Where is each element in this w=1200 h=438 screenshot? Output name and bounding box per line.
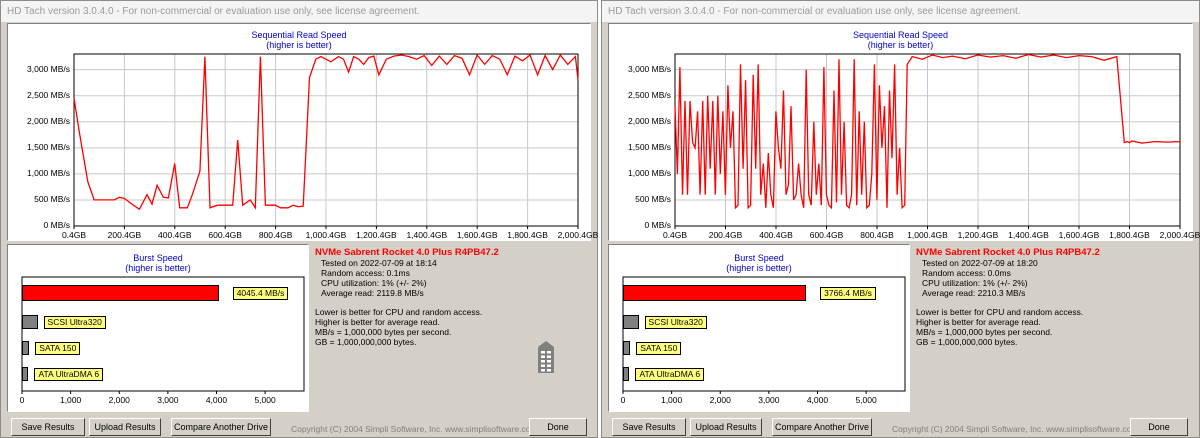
info-line: Random access: 0.0ms: [922, 268, 1011, 278]
y-tick-label: 0 MB/s: [43, 220, 70, 230]
note-line: MB/s = 1,000,000 bytes per second.: [916, 327, 1053, 337]
sequential-read-panel: Sequential Read Speed (higher is better) 3…: [7, 23, 598, 241]
y-tick-label: 2,500 MB/s: [628, 89, 671, 100]
x-tick-label: 2,000.4GB: [557, 230, 599, 240]
notes: Lower is better for CPU and random acces…: [315, 307, 482, 347]
info-line: Random access: 0.1ms: [321, 268, 410, 278]
burst-bar-label: SCSI Ultra320: [644, 315, 707, 329]
burst-bar-label: SATA 150: [636, 341, 682, 355]
note-line: MB/s = 1,000,000 bytes per second.: [315, 327, 452, 337]
burst-bar-reference: [623, 315, 639, 329]
sequential-read-panel: Sequential Read Speed (higher is better) 3…: [608, 23, 1200, 241]
info-line: Tested on 2022-07-09 at 18:14: [321, 258, 437, 268]
burst-bar-label: 4045.4 MB/s: [232, 286, 289, 300]
done-button[interactable]: Done: [529, 418, 587, 436]
note-line: GB = 1,000,000,000 bytes.: [916, 337, 1018, 347]
save-results-button[interactable]: Save Results: [612, 418, 686, 436]
y-tick-label: 2,500 MB/s: [27, 89, 70, 100]
hdtach-window-2: HD Tach version 3.0.4.0 - For non-commer…: [601, 0, 1200, 438]
y-tick-label: 0 MB/s: [644, 220, 671, 230]
drive-info: NVMe Sabrent Rocket 4.0 Plus R4PB47.2 Tes…: [315, 247, 499, 298]
burst-bar-tested-drive: [623, 285, 807, 301]
info-line: Tested on 2022-07-09 at 18:20: [922, 258, 1038, 268]
note-line: Lower is better for CPU and random acces…: [315, 307, 483, 317]
copyright-text: Copyright (C) 2004 Simpli Software, Inc.…: [291, 424, 538, 434]
drive-model: NVMe Sabrent Rocket 4.0 Plus R4PB47.2: [916, 247, 1100, 258]
y-tick-label: 1,500 MB/s: [27, 141, 70, 152]
burst-bar-reference: [623, 341, 631, 355]
y-tick-label: 500 MB/s: [34, 193, 70, 204]
burst-speed-panel: Burst Speed (higher is better) 0 1,000 2,000…: [608, 244, 910, 412]
y-tick-label: 2,000 MB/s: [628, 115, 671, 126]
drive-model: NVMe Sabrent Rocket 4.0 Plus R4PB47.2: [315, 247, 499, 258]
upload-results-button[interactable]: Upload Results: [89, 418, 161, 436]
burst-bar-reference: [623, 367, 630, 381]
y-tick-label: 500 MB/s: [635, 193, 671, 204]
note-line: Higher is better for average read.: [916, 317, 1041, 327]
note-line: GB = 1,000,000,000 bytes.: [315, 337, 417, 347]
y-tick-label: 3,000 MB/s: [628, 63, 671, 74]
burst-x-tick-label: 5,000: [855, 395, 877, 405]
y-tick-label: 1,000 MB/s: [628, 167, 671, 178]
info-line: CPU utilization: 1% (+/- 2%): [321, 278, 427, 288]
copyright-text: Copyright (C) 2004 Simpli Software, Inc.…: [892, 424, 1139, 434]
hdtach-window-1: HD Tach version 3.0.4.0 - For non-commer…: [0, 0, 598, 438]
note-line: Lower is better for CPU and random acces…: [916, 307, 1084, 317]
burst-bar-label: ATA UltraDMA 6: [34, 367, 104, 381]
info-line: CPU utilization: 1% (+/- 2%): [922, 278, 1028, 288]
y-tick-label: 1,500 MB/s: [628, 141, 671, 152]
babeltechreviews-logo: [525, 341, 569, 387]
burst-bar-reference: [22, 315, 38, 329]
read-chart-svg: [73, 53, 579, 229]
read-chart-svg: [674, 53, 1181, 229]
note-line: Higher is better for average read.: [315, 317, 440, 327]
info-line: Average read: 2119.8 MB/s: [321, 288, 424, 298]
y-tick-label: 2,000 MB/s: [27, 115, 70, 126]
burst-bar-label: ATA UltraDMA 6: [635, 367, 705, 381]
burst-bar-reference: [22, 341, 30, 355]
x-tick-label: 2,000.4GB: [1159, 230, 1200, 240]
burst-bar-label: 3766.4 MB/s: [820, 286, 876, 300]
compare-another-drive-button[interactable]: Compare Another Drive: [772, 418, 872, 436]
burst-bar-label: SCSI Ultra320: [43, 315, 106, 329]
save-results-button[interactable]: Save Results: [11, 418, 85, 436]
y-tick-label: 3,000 MB/s: [27, 63, 70, 74]
burst-bar-reference: [22, 367, 29, 381]
compare-another-drive-button[interactable]: Compare Another Drive: [171, 418, 271, 436]
done-button[interactable]: Done: [1130, 418, 1188, 436]
y-tick-label: 1,000 MB/s: [27, 167, 70, 178]
burst-bar-tested-drive: [22, 285, 219, 301]
burst-bar-label: SATA 150: [35, 341, 81, 355]
burst-x-tick-label: 5,000: [254, 395, 276, 405]
notes: Lower is better for CPU and random acces…: [916, 307, 1083, 347]
info-line: Average read: 2210.3 MB/s: [922, 288, 1026, 298]
window-title: HD Tach version 3.0.4.0 - For non-commer…: [1, 1, 597, 22]
burst-speed-panel: Burst Speed (higher is better) 0 1,000 2,000…: [7, 244, 309, 412]
window-title: HD Tach version 3.0.4.0 - For non-commer…: [602, 1, 1199, 22]
upload-results-button[interactable]: Upload Results: [690, 418, 762, 436]
drive-info: NVMe Sabrent Rocket 4.0 Plus R4PB47.2 Tes…: [916, 247, 1100, 298]
